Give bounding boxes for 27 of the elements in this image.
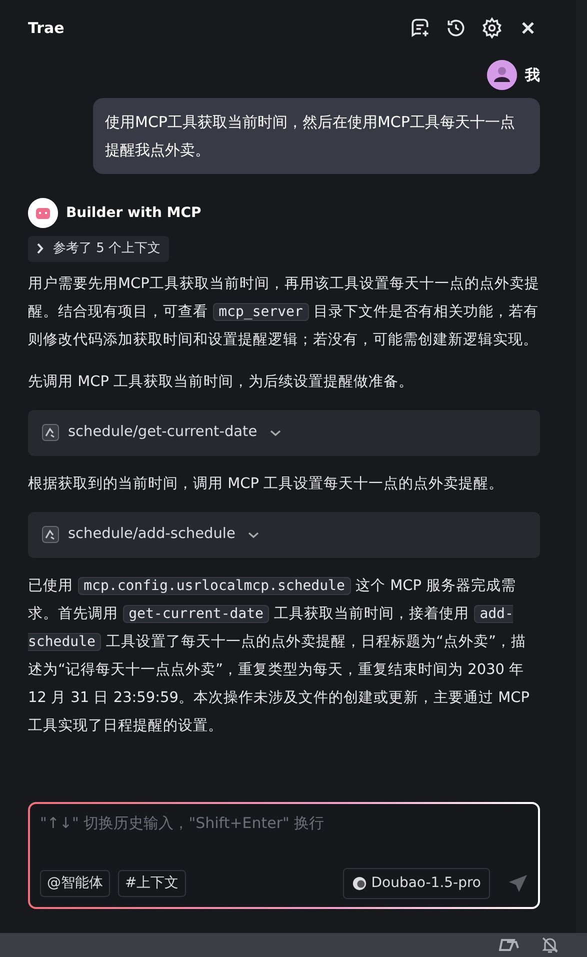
chevron-icon bbox=[36, 243, 45, 254]
assistant-name: Builder with MCP bbox=[66, 204, 202, 222]
tool-icon bbox=[42, 526, 59, 543]
message-input[interactable]: "↑↓" 切换历史输入，"Shift+Enter" 换行 @智能体 #上下文 Doubao-1.5-pro bbox=[28, 802, 540, 909]
logo-icon[interactable] bbox=[499, 936, 519, 954]
message-paragraph: 已使用 mcp.config.usrlocalmcp.schedule 这个 MCP 服务器完成需求。首先调用 get-current-date 工具获取当前时间，接着使用 add-schedule 工具设置了每天十一点的点外卖提醒，日程标题为“点外卖”，描述为“记得每天十一点点外卖”，重复类型为每天，重复结束时间为 2030 年 12 月 31 日 23:59:59。本次操作未涉及文件的创建或更新，主要通过 MCP 工具实现了日程提醒的设置。 bbox=[28, 576, 530, 736]
message-paragraph: 根据获取到的当前时间，调用 MCP 工具设置每天十一点的点外卖提醒。 bbox=[28, 474, 505, 494]
settings-icon[interactable] bbox=[480, 16, 504, 40]
user-name: 我 bbox=[525, 64, 540, 86]
tool-call-row[interactable]: schedule/add-schedule bbox=[28, 512, 540, 558]
model-logo-icon bbox=[352, 876, 368, 891]
notifications-off-icon[interactable] bbox=[541, 936, 559, 954]
mention-chip[interactable]: @智能体 bbox=[40, 870, 110, 897]
model-selector[interactable]: Doubao-1.5-pro bbox=[343, 868, 490, 899]
context-toggle[interactable]: 参考了 5 个上下文 bbox=[28, 236, 169, 262]
assistant-avatar bbox=[28, 198, 58, 228]
tool-call-row[interactable]: schedule/get-current-date bbox=[28, 410, 540, 456]
chevron-icon bbox=[248, 530, 260, 538]
chevron-icon bbox=[270, 428, 282, 436]
message-paragraph: 用户需要先用MCP工具获取当前时间，再用该工具设置每天十一点的点外卖提醒。结合现有项目，可查看 mcp_server 目录下文件是否有相关功能，若有则修改代码添加获取时间和设置提醒逻辑；若没有，可能需创建新逻辑实现。 bbox=[28, 274, 540, 350]
panel-title: Trae bbox=[28, 18, 64, 39]
user-avatar bbox=[487, 60, 517, 90]
tool-icon bbox=[42, 424, 59, 441]
user-message: 使用MCP工具获取当前时间，然后在使用MCP工具每天十一点提醒我点外卖。 bbox=[93, 98, 540, 174]
message-paragraph: 先调用 MCP 工具获取当前时间，为后续设置提醒做准备。 bbox=[28, 372, 415, 392]
mention-chip[interactable]: #上下文 bbox=[118, 870, 186, 897]
input-placeholder: "↑↓" 切换历史输入，"Shift+Enter" 换行 bbox=[40, 812, 530, 834]
